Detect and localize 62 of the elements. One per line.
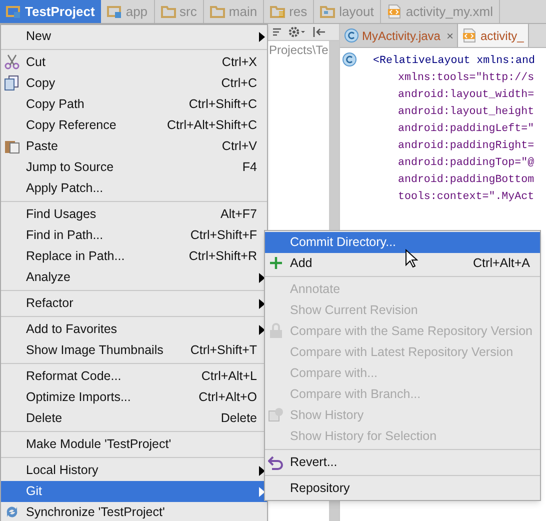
menu-item[interactable]: Make Module 'TestProject' bbox=[1, 434, 267, 455]
menu-item[interactable]: Commit Directory... bbox=[265, 232, 540, 253]
menu-item[interactable]: Repository bbox=[265, 478, 540, 499]
breadcrumb-item[interactable]: TestProject bbox=[0, 0, 101, 23]
editor-tab[interactable]: activity_ bbox=[458, 24, 529, 47]
xml-file-icon bbox=[462, 28, 478, 43]
code-line: android:paddingLeft=" bbox=[398, 123, 534, 135]
code-line: xmlns:tools="http://s bbox=[398, 72, 534, 84]
sort-icon[interactable] bbox=[272, 27, 282, 37]
menu-item[interactable]: Jump to Source F4 bbox=[1, 157, 267, 178]
folder-icon bbox=[320, 4, 336, 19]
mouse-cursor-icon bbox=[405, 249, 418, 268]
code-line: android:layout_height bbox=[398, 106, 534, 118]
menu-item[interactable]: Revert... bbox=[265, 452, 540, 473]
folder-icon bbox=[6, 4, 21, 19]
settings-icon[interactable] bbox=[288, 26, 306, 38]
menu-item[interactable]: New bbox=[1, 26, 267, 47]
folder-icon bbox=[270, 4, 286, 19]
collapse-icon[interactable] bbox=[312, 26, 326, 38]
undo-icon bbox=[268, 454, 284, 470]
xml-file-icon bbox=[386, 4, 402, 19]
scissors-icon bbox=[4, 54, 20, 70]
menu-item[interactable]: Synchronize 'TestProject' bbox=[1, 502, 267, 521]
menu-item[interactable]: Replace in Path... Ctrl+Shift+R bbox=[1, 246, 267, 267]
plus-icon bbox=[268, 255, 284, 271]
menu-item[interactable]: Copy Ctrl+C bbox=[1, 73, 267, 94]
folder-icon bbox=[160, 4, 176, 19]
folder-icon bbox=[106, 4, 122, 19]
menu-item[interactable]: Refactor bbox=[1, 293, 267, 314]
menu-item[interactable]: Find Usages Alt+F7 bbox=[1, 204, 267, 225]
menu-item[interactable]: Local History bbox=[1, 460, 267, 481]
menu-item[interactable]: Show Image Thumbnails Ctrl+Shift+T bbox=[1, 340, 267, 361]
copy-icon bbox=[4, 75, 20, 91]
menu-item[interactable]: Copy Reference Ctrl+Alt+Shift+C bbox=[1, 115, 267, 136]
editor-tab[interactable]: MyActivity.java × bbox=[340, 24, 458, 47]
history-icon bbox=[268, 407, 284, 423]
project-path: Projects\Te bbox=[268, 42, 328, 59]
menu-item[interactable]: Git bbox=[1, 481, 267, 502]
code-line: tools:context=".MyAct bbox=[398, 191, 534, 203]
code-line: android:layout_width= bbox=[398, 89, 534, 101]
code-line: <RelativeLayout xmlns:and bbox=[373, 55, 535, 67]
class-icon bbox=[344, 28, 359, 43]
folder-icon bbox=[210, 4, 225, 19]
menu-item[interactable]: Delete Delete bbox=[1, 408, 267, 429]
menu-item[interactable]: Paste Ctrl+V bbox=[1, 136, 267, 157]
code-line: android:paddingBottom bbox=[398, 174, 534, 186]
code-line: android:paddingRight= bbox=[398, 140, 534, 152]
sync-icon bbox=[4, 504, 20, 520]
menu-item[interactable]: Add Ctrl+Alt+A bbox=[265, 253, 540, 274]
close-icon[interactable]: × bbox=[446, 26, 454, 44]
class-icon bbox=[342, 52, 357, 67]
menu-item[interactable]: Optimize Imports... Ctrl+Alt+O bbox=[1, 387, 267, 408]
lock-icon bbox=[268, 323, 284, 339]
menu-item[interactable]: Cut Ctrl+X bbox=[1, 52, 267, 73]
paste-icon bbox=[4, 138, 20, 154]
menu-item[interactable]: Analyze bbox=[1, 267, 267, 288]
menu-item[interactable]: Copy Path Ctrl+Shift+C bbox=[1, 94, 267, 115]
menu-item[interactable]: Find in Path... Ctrl+Shift+F bbox=[1, 225, 267, 246]
menu-item[interactable]: Apply Patch... bbox=[1, 178, 267, 199]
code-line: android:paddingTop="@ bbox=[398, 157, 534, 169]
menu-item[interactable]: Reformat Code... Ctrl+Alt+L bbox=[1, 366, 267, 387]
menu-item[interactable]: Add to Favorites bbox=[1, 319, 267, 340]
